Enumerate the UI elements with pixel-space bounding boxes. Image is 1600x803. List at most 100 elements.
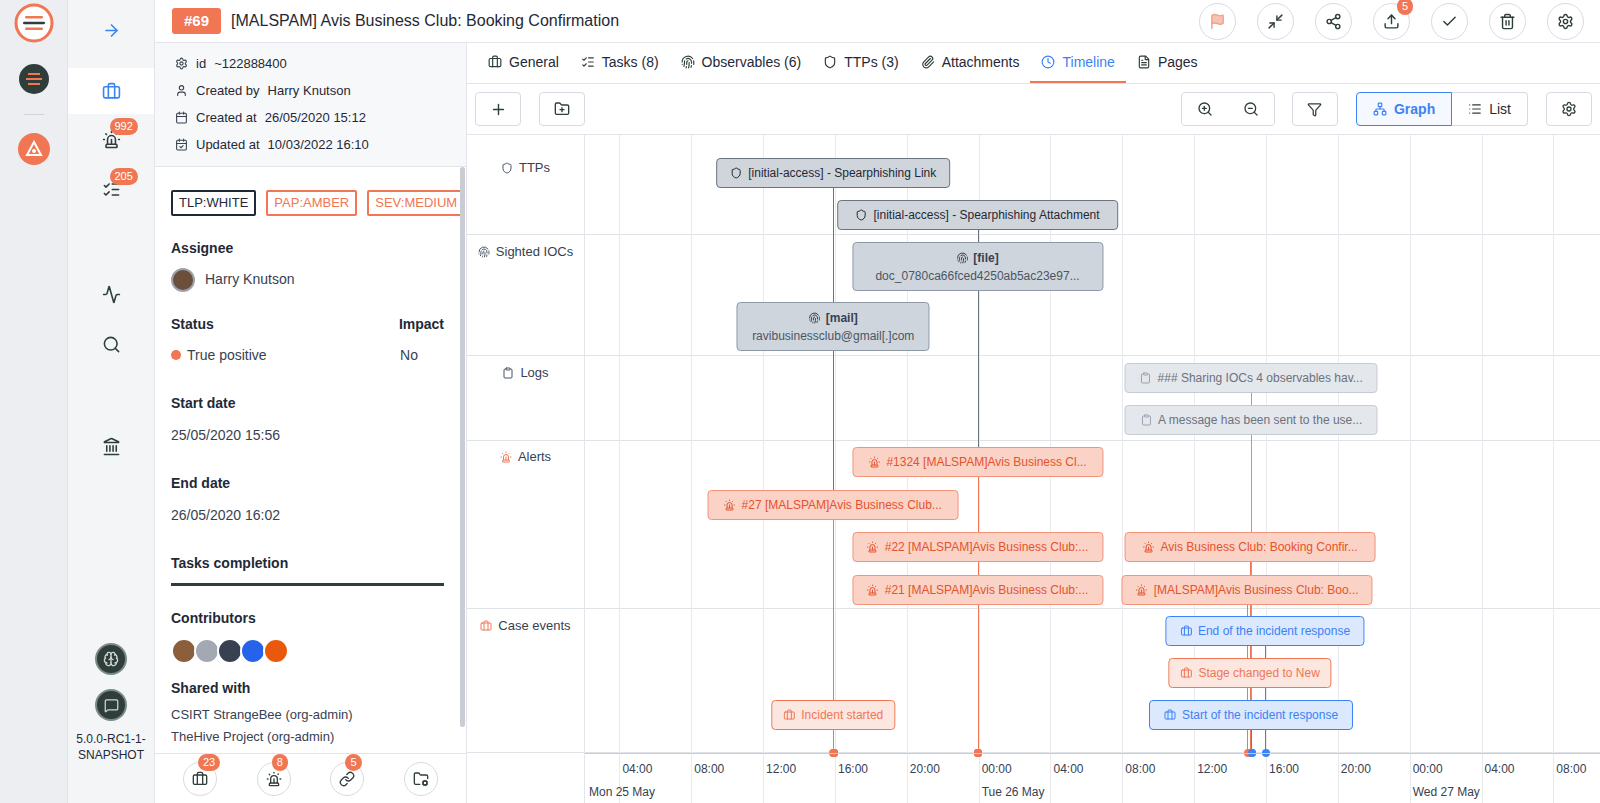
nav-item[interactable]	[68, 421, 154, 471]
contributors-label: Contributors	[171, 608, 444, 629]
ttp-item[interactable]: [initial-access] - Spearphishing Link	[716, 158, 950, 188]
chat-icon	[104, 698, 119, 713]
header-action-button[interactable]	[1315, 3, 1352, 40]
nav-item[interactable]: 992	[68, 114, 154, 164]
contributor-avatar[interactable]	[263, 638, 289, 664]
case-tab[interactable]: Pages	[1126, 43, 1209, 83]
case-tab[interactable]: General	[477, 43, 570, 83]
header-action-button[interactable]	[1489, 3, 1526, 40]
header-action-button[interactable]	[1257, 3, 1294, 40]
header-action-button[interactable]	[1199, 3, 1236, 40]
impact-label: Impact	[399, 314, 444, 335]
event-item[interactable]: End of the incident response	[1165, 616, 1364, 646]
axis-tick-label: 04:00	[1053, 760, 1083, 778]
panel-footer-button[interactable]: 8	[257, 762, 291, 796]
tasks-icon	[581, 55, 595, 69]
header-action-button[interactable]: 5	[1373, 3, 1410, 40]
clipboard-icon	[502, 367, 514, 379]
status-value[interactable]: True positive	[171, 345, 267, 366]
footer-badge: 5	[345, 754, 361, 771]
axis-tick-label: 20:00	[1341, 760, 1371, 778]
case-tag[interactable]: TLP:WHITE	[171, 190, 256, 216]
alert-item[interactable]: Avis Business Club: Booking Confir...	[1125, 532, 1376, 562]
log-item[interactable]: A message has been sent to the use...	[1125, 405, 1378, 435]
end-date-value[interactable]: 26/05/2020 16:02	[171, 505, 444, 526]
header-action-button[interactable]	[1431, 3, 1468, 40]
view-toggle-option[interactable]: List	[1452, 92, 1528, 126]
case-title: [MALSPAM] Avis Business Club: Booking Co…	[231, 9, 619, 33]
add-event-button[interactable]	[539, 92, 585, 126]
cortex-switch[interactable]	[18, 133, 50, 165]
header-action-button[interactable]	[1547, 3, 1584, 40]
timeline-canvas[interactable]: [initial-access] - Spearphishing Link [in…	[585, 135, 1600, 803]
app-version: 5.0.0-RC1-1-SNAPSHOT	[75, 731, 147, 763]
meta-value: Harry Knutson	[268, 81, 351, 101]
case-tab[interactable]: Attachments	[910, 43, 1031, 83]
user-icon	[175, 84, 188, 97]
event-item[interactable]: Stage changed to New	[1168, 658, 1331, 688]
case-tab[interactable]: TTPs (3)	[812, 43, 909, 83]
brain-icon	[103, 651, 119, 667]
view-toggle-option[interactable]: Graph	[1356, 92, 1452, 126]
filter-button[interactable]	[1292, 92, 1338, 126]
brain-button[interactable]	[95, 643, 127, 675]
axis-tick-label: 08:00	[1125, 760, 1155, 778]
siren-icon	[1142, 541, 1154, 553]
case-tab[interactable]: Timeline	[1030, 43, 1125, 83]
siren-icon	[500, 451, 512, 463]
minimize-icon	[1267, 13, 1284, 30]
briefcase-icon	[488, 55, 502, 69]
zoom-out-button[interactable]	[1228, 93, 1274, 125]
nav-item[interactable]	[68, 0, 154, 60]
axis-tick-label: 00:00	[982, 760, 1012, 778]
event-item[interactable]: Incident started	[772, 700, 895, 730]
alert-item[interactable]: #22 [MALSPAM]Avis Business Club:...	[852, 532, 1103, 562]
panel-footer-button[interactable]: 23	[183, 762, 217, 796]
case-tabs: GeneralTasks (8)Observables (6)TTPs (3)A…	[467, 43, 1600, 84]
nav-item[interactable]	[68, 269, 154, 319]
chat-button[interactable]	[95, 689, 127, 721]
alert-item[interactable]: #21 [MALSPAM]Avis Business Club:...	[852, 575, 1103, 605]
meta-value: 10/03/2022 16:10	[268, 135, 369, 155]
assignee[interactable]: Harry Knutson	[171, 268, 444, 292]
case-tag[interactable]: SEV:MEDIUM	[367, 190, 465, 216]
case-tab[interactable]: Observables (6)	[670, 43, 813, 83]
ioc-item[interactable]: [mail]ravibusinessclub@gmail[.]com	[737, 302, 930, 351]
folder-gear-icon	[413, 771, 429, 787]
event-item[interactable]: Start of the incident response	[1149, 700, 1353, 730]
impact-value[interactable]: No	[400, 345, 444, 366]
app-logo[interactable]	[14, 3, 54, 43]
ioc-item[interactable]: [file]doc_0780ca66fced4250ab5ac23e97...	[852, 242, 1103, 291]
zoom-out-icon	[1243, 101, 1259, 117]
alert-item[interactable]: #27 [MALSPAM]Avis Business Club...	[707, 490, 958, 520]
axis-tick-label: 08:00	[694, 760, 724, 778]
panel-footer-button[interactable]	[404, 762, 438, 796]
shared-with-label: Shared with	[171, 678, 444, 699]
org-switch[interactable]	[19, 64, 49, 94]
nav-item[interactable]: 205	[68, 164, 154, 214]
nav-item[interactable]	[68, 68, 154, 114]
briefcase-icon	[192, 771, 208, 787]
log-item[interactable]: ### Sharing IOCs 4 observables hav...	[1125, 363, 1378, 393]
ttp-item[interactable]: [initial-access] - Spearphishing Attachm…	[837, 200, 1119, 230]
zoom-in-button[interactable]	[1182, 93, 1228, 125]
nav-item[interactable]	[68, 319, 154, 369]
plus-icon	[490, 101, 507, 118]
thehive-logo-icon[interactable]	[14, 3, 54, 43]
zoom-in-icon	[1197, 101, 1213, 117]
timeline-group-label: TTPs	[467, 135, 584, 235]
upload-icon	[1383, 13, 1400, 30]
panel-scrollbar[interactable]	[460, 167, 465, 753]
add-button[interactable]	[475, 92, 521, 126]
start-date-value[interactable]: 25/05/2020 15:56	[171, 425, 444, 446]
briefcase-icon	[783, 709, 795, 721]
panel-footer-button[interactable]: 5	[330, 762, 364, 796]
chart-icon	[102, 285, 121, 304]
end-date-label: End date	[171, 473, 444, 494]
briefcase-icon	[102, 82, 121, 101]
timeline-settings-button[interactable]	[1546, 92, 1592, 126]
case-tab[interactable]: Tasks (8)	[570, 43, 670, 83]
alert-item[interactable]: [MALSPAM]Avis Business Club: Boo...	[1122, 575, 1373, 605]
alert-item[interactable]: #1324 [MALSPAM]Avis Business Cl...	[852, 447, 1103, 477]
case-tag[interactable]: PAP:AMBER	[266, 190, 357, 216]
